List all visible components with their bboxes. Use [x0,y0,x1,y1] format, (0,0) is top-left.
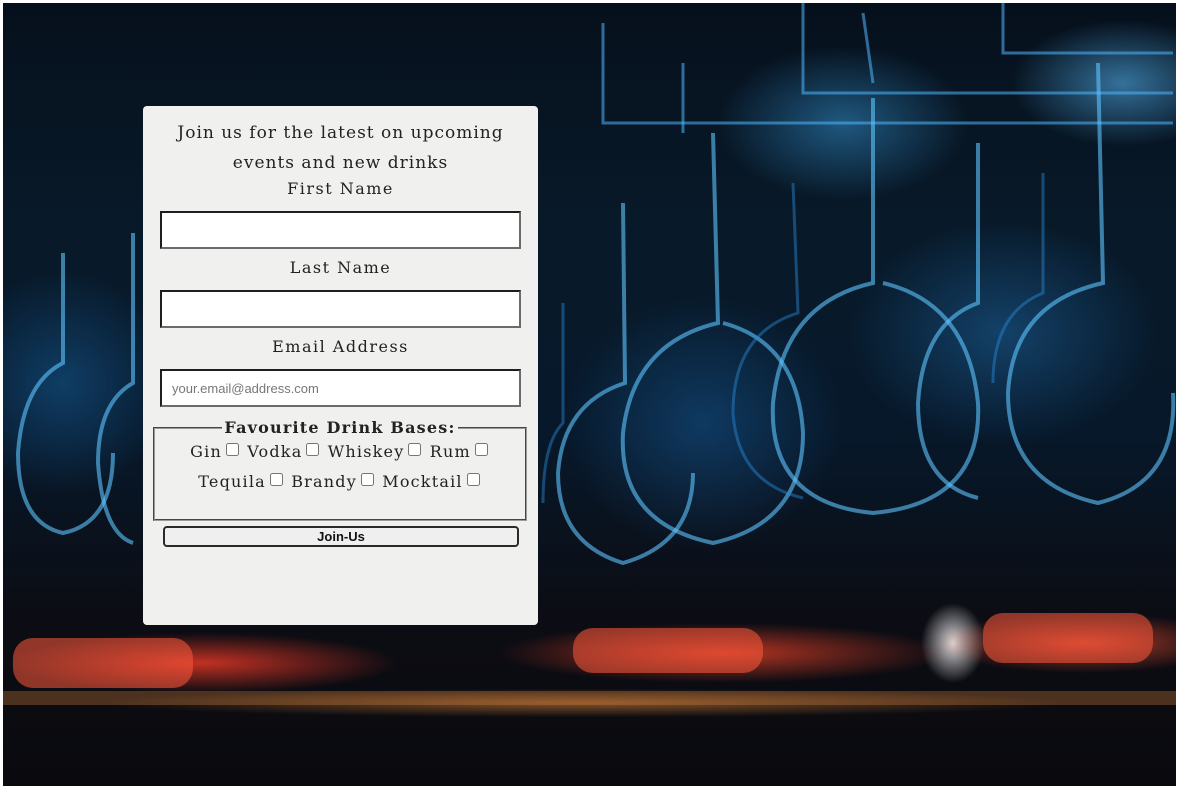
email-field[interactable] [160,369,521,407]
last-name-label: Last Name [289,258,392,277]
drink-bases-legend: Favourite Drink Bases: [224,418,456,437]
option-mocktail-label: Mocktail [382,472,463,491]
option-rum-label: Rum [429,442,471,461]
option-vodka-label: Vodka [247,442,303,461]
mocktail-checkbox[interactable] [466,473,480,486]
option-gin: Gin [190,437,241,467]
option-whiskey-label: Whiskey [327,442,405,461]
option-tequila-label: Tequila [198,472,266,491]
option-gin-label: Gin [190,442,222,461]
rum-checkbox[interactable] [474,443,488,456]
option-vodka: Vodka [247,437,321,467]
brandy-checkbox[interactable] [360,473,374,486]
vodka-checkbox[interactable] [306,443,320,456]
tequila-checkbox[interactable] [269,473,283,486]
option-brandy: Brandy [291,467,376,497]
last-name-field[interactable] [160,290,521,328]
first-name-field[interactable] [160,211,521,249]
drink-bases-fieldset: Favourite Drink Bases: Gin Vodka Whiskey… [153,418,527,521]
drink-bases-row-2: Tequila Brandy Mocktail [163,467,517,497]
bar-background-image: Join us for the latest on upcoming event… [3,3,1176,786]
signup-intro-text: Join us for the latest on upcoming event… [177,123,504,173]
option-tequila: Tequila [198,467,285,497]
option-whiskey: Whiskey [328,437,424,467]
option-rum: Rum [430,437,490,467]
option-brandy-label: Brandy [291,472,357,491]
option-mocktail: Mocktail [382,467,481,497]
join-us-button[interactable]: Join-Us [163,526,519,547]
drink-bases-row-1: Gin Vodka Whiskey Rum [163,437,517,467]
signup-panel: Join us for the latest on upcoming event… [143,106,538,625]
first-name-label: First Name [287,179,394,198]
email-label: Email Address [272,337,409,356]
whiskey-checkbox[interactable] [408,443,422,456]
gin-checkbox[interactable] [225,443,239,456]
